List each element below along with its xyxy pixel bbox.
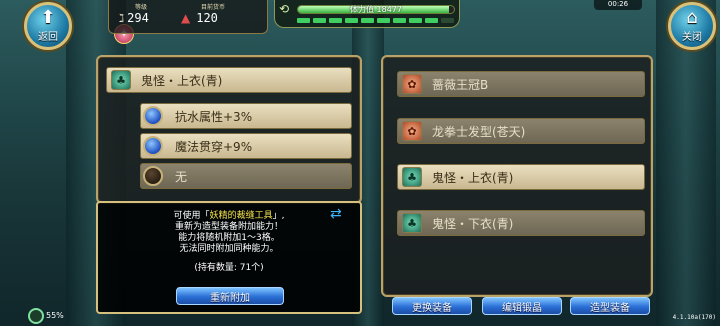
- attribute-row[interactable]: 魔法贯穿+9%: [140, 133, 352, 159]
- attribute-row[interactable]: 抗水属性+3%: [140, 103, 352, 129]
- level-block: 等级 ℷ 294: [119, 2, 149, 25]
- info-text: 可使用「: [173, 211, 210, 221]
- version-text: 4.1.10a(170): [672, 314, 716, 321]
- energy-segment: [393, 18, 406, 23]
- equip-item-name: 鬼怪・下衣(青): [432, 216, 514, 231]
- battery-icon: [28, 308, 44, 324]
- energy-segment: [313, 18, 326, 23]
- equip-item-name: 蔷薇王冠B: [432, 77, 489, 92]
- currency-block: 目前货币 ▲ 120: [181, 2, 225, 25]
- equip-item-name: 鬼怪・上衣(青): [432, 170, 514, 185]
- energy-segment: [409, 18, 422, 23]
- stamina-icon: ⟲: [279, 2, 290, 16]
- info-line-2: 重新为造型装备附加能力！: [174, 222, 283, 232]
- stamina-text: 体力值 18477: [350, 5, 402, 14]
- empty-orb-icon: [143, 166, 163, 186]
- info-line-4: 无法同时附加同种能力。: [179, 244, 279, 254]
- refresh-icon[interactable]: ⇄: [330, 207, 348, 221]
- currency-icon: ▲: [181, 11, 191, 25]
- energy-segment: [361, 18, 374, 23]
- tool-name: 妖精的裁缝工具: [209, 211, 273, 221]
- reroll-label: 重新附加: [210, 292, 250, 304]
- currency-value: 120: [196, 11, 218, 25]
- info-text: 」,: [272, 211, 285, 221]
- attribute-orb-icon: [143, 106, 163, 126]
- energy-segment: [425, 18, 438, 23]
- player-stats: 等级 ℷ 294 目前货币 ▲ 120: [108, 0, 268, 34]
- clock: 00:26: [594, 0, 642, 10]
- energy-segment: [345, 18, 358, 23]
- back-label: 返回: [38, 32, 58, 43]
- energy-segment: [377, 18, 390, 23]
- energy-segment: [329, 18, 342, 23]
- clock-text: 00:26: [607, 0, 629, 8]
- headwear-icon: ✿: [402, 74, 422, 94]
- level-value: 294: [127, 11, 149, 25]
- back-arrow-icon: ⬆: [40, 7, 56, 28]
- owned-count: (持有数量: 71个): [194, 263, 264, 273]
- edit-crystal-button[interactable]: 编辑锻晶: [482, 297, 562, 315]
- close-button[interactable]: ⌂ 关闭: [668, 2, 716, 50]
- style-equip-button[interactable]: 造型装备: [570, 297, 650, 315]
- style-equip-label: 造型装备: [590, 302, 630, 314]
- selected-item-row: ♣ 鬼怪・上衣(青): [106, 67, 352, 93]
- equip-list-item[interactable]: ♣ 鬼怪・下衣(青): [397, 210, 645, 236]
- attribute-orb-icon: [143, 136, 163, 156]
- change-equip-button[interactable]: 更换装备: [392, 297, 472, 315]
- info-box: 可使用「妖精的裁缝工具」, 重新为造型装备附加能力！ 能力将随机附加1～3格。 …: [96, 201, 362, 314]
- armor-icon: ♣: [402, 167, 422, 187]
- hairstyle-icon: ✿: [402, 121, 422, 141]
- close-label: 关闭: [682, 32, 702, 43]
- attribute-label: 无: [175, 169, 188, 184]
- attribute-label: 魔法贯穿+9%: [175, 139, 253, 154]
- armor-icon: ♣: [402, 213, 422, 233]
- left-panel: ♣ 鬼怪・上衣(青) 抗水属性+3% 魔法贯穿+9% 无: [96, 55, 362, 204]
- right-panel: ✿ 蔷薇王冠B ✿ 龙拳士发型(苍天) ♣ 鬼怪・上衣(青) ♣ 鬼怪・下衣(青…: [381, 55, 653, 297]
- attribute-row-empty[interactable]: 无: [140, 163, 352, 189]
- energy-segment: [297, 18, 310, 23]
- stamina-panel: ⟲ 体力值 18477: [274, 0, 460, 28]
- equip-list-item[interactable]: ✿ 龙拳士发型(苍天): [397, 118, 645, 144]
- back-button[interactable]: ⬆ 返回: [24, 2, 72, 50]
- home-icon: ⌂: [686, 7, 698, 28]
- reroll-button[interactable]: 重新附加: [176, 287, 284, 305]
- equip-list-item[interactable]: ✿ 蔷薇王冠B: [397, 71, 645, 97]
- energy-segment: [441, 18, 454, 23]
- selected-item-name: 鬼怪・上衣(青): [141, 73, 223, 88]
- armor-icon: ♣: [111, 70, 131, 90]
- equip-item-name: 龙拳士发型(苍天): [432, 124, 526, 139]
- level-icon: ℷ: [119, 11, 125, 25]
- info-line-1: 可使用「妖精的裁缝工具」,: [98, 211, 360, 222]
- info-line-3: 能力将随机附加1～3格。: [178, 233, 280, 243]
- attribute-label: 抗水属性+3%: [175, 109, 253, 124]
- currency-caption: 目前货币: [201, 4, 226, 11]
- edit-crystal-label: 编辑锻晶: [502, 302, 542, 314]
- equip-list-item-selected[interactable]: ♣ 鬼怪・上衣(青): [397, 164, 645, 190]
- level-caption: 等级: [135, 4, 148, 11]
- battery-percent: 55%: [46, 311, 64, 320]
- change-equip-label: 更换装备: [412, 302, 452, 314]
